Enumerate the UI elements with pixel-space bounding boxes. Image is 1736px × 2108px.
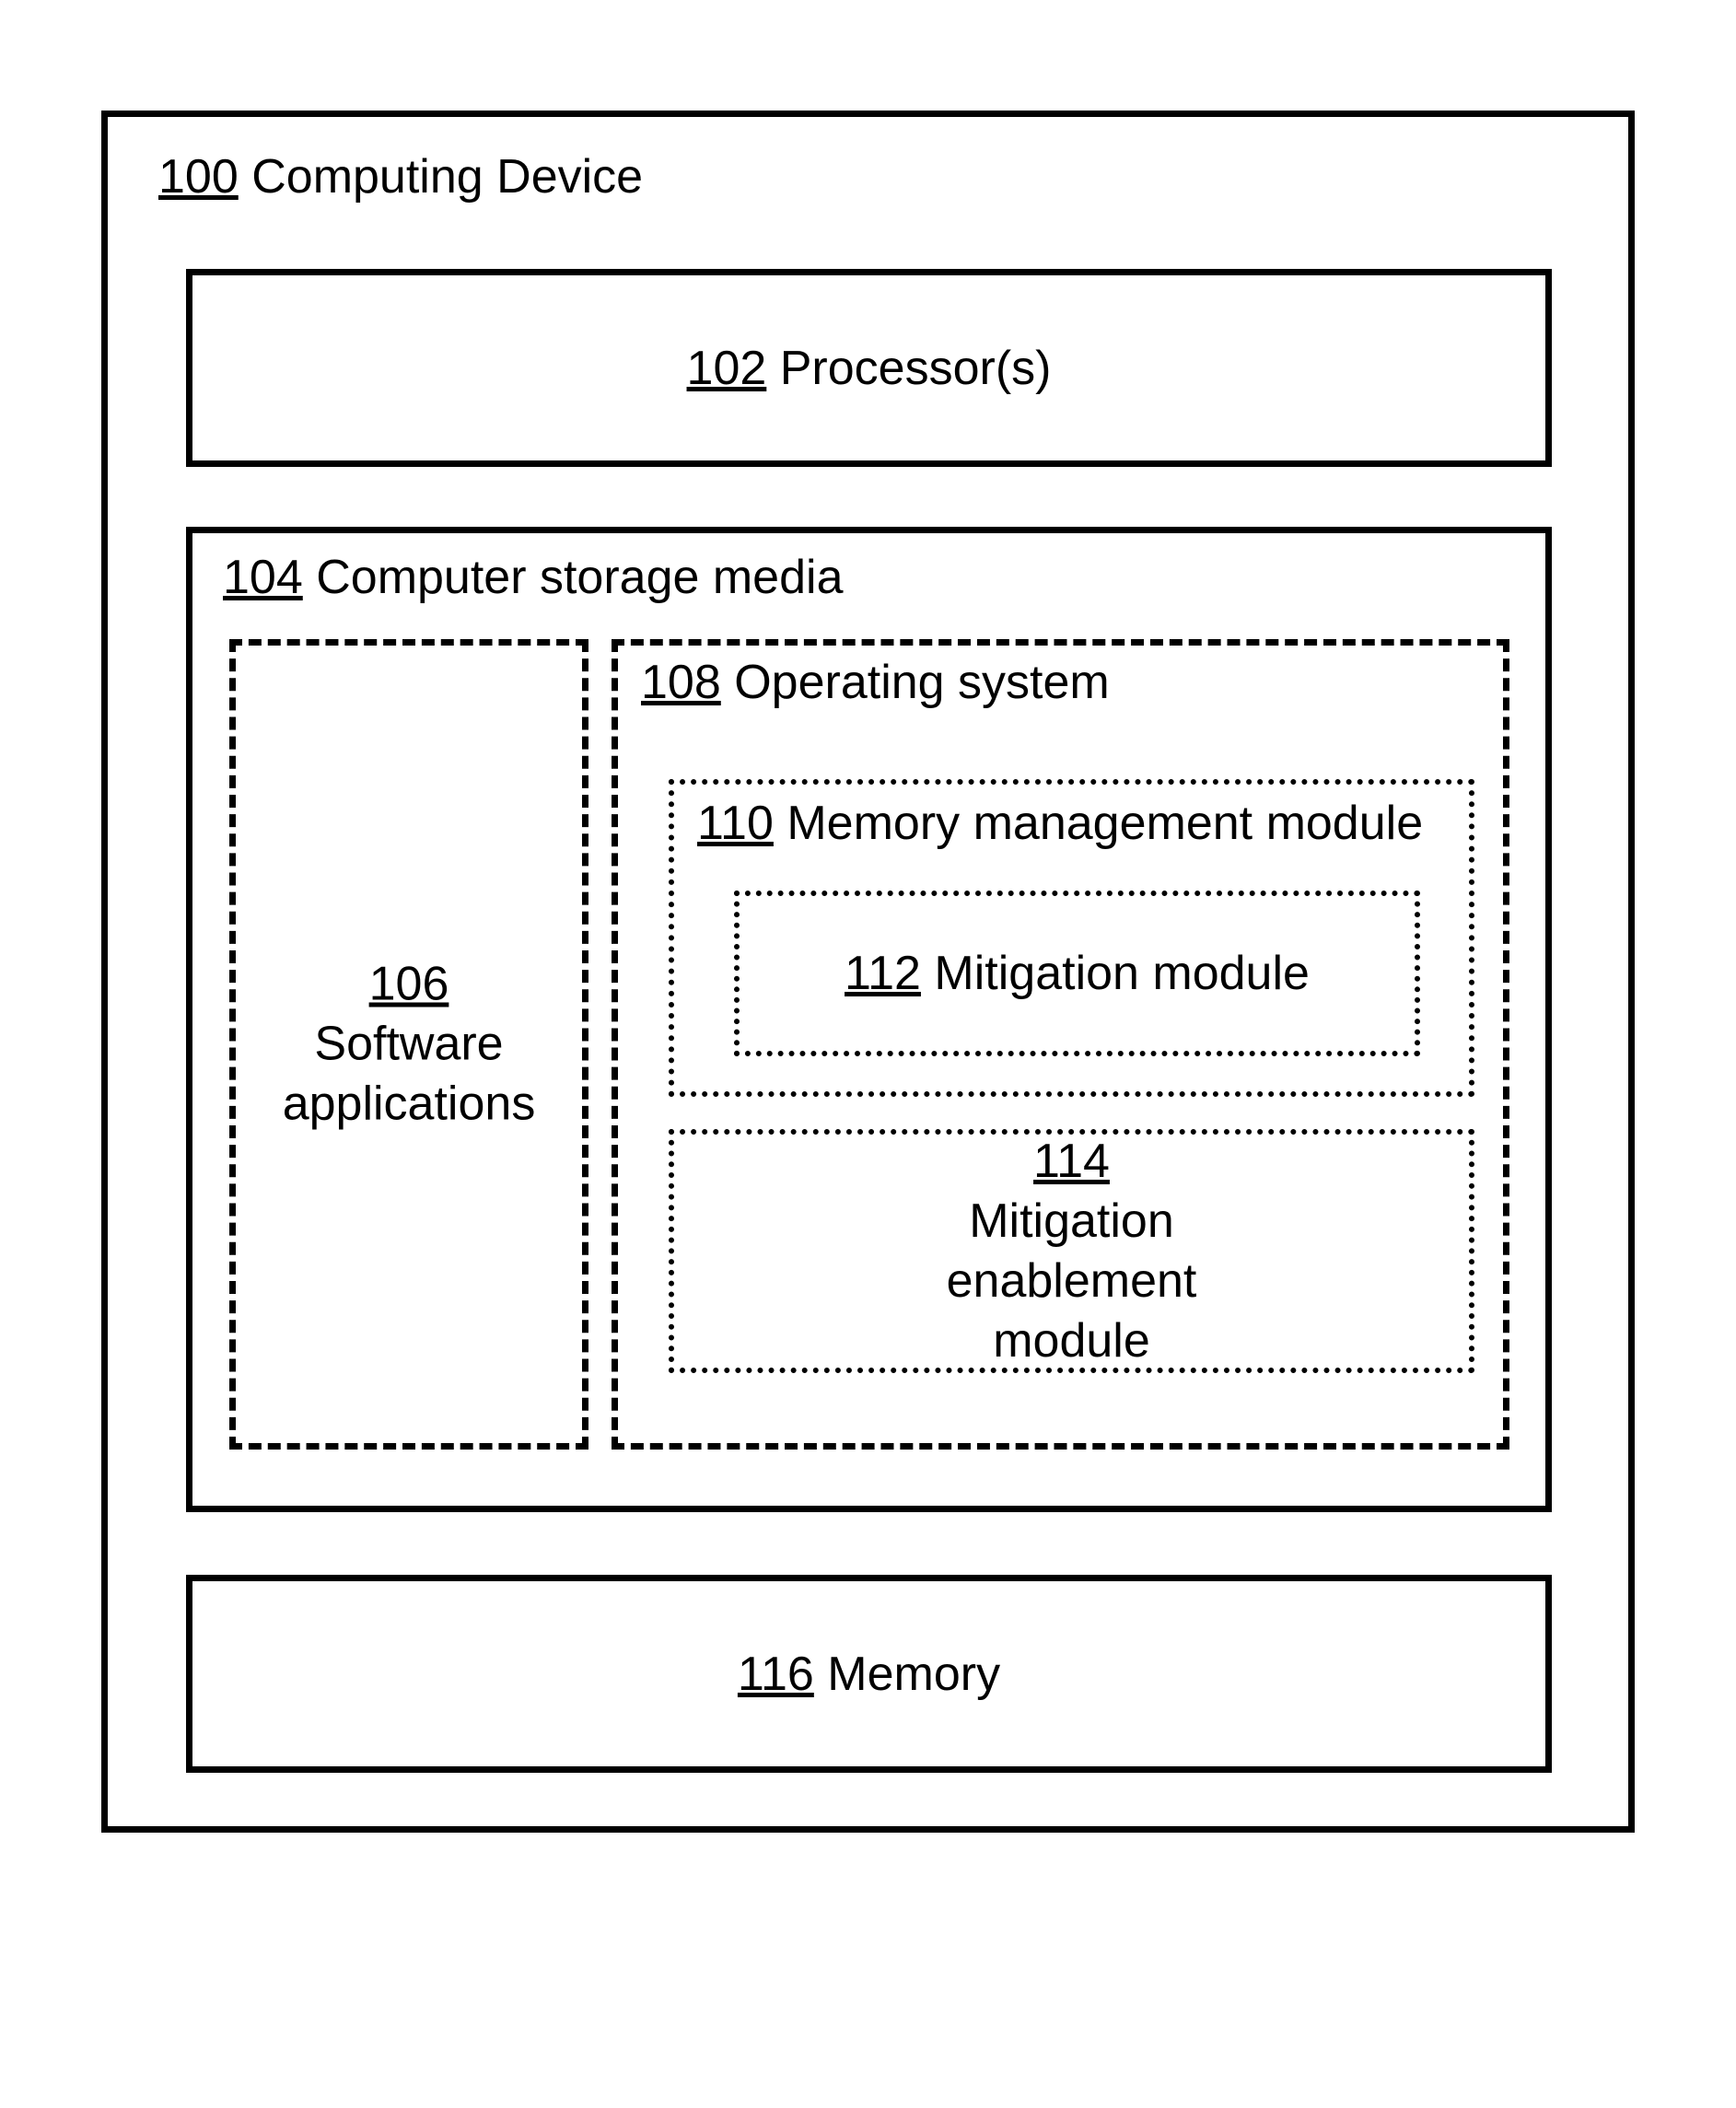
memory-box: 116 Memory: [186, 1575, 1552, 1773]
diagram-page: 100 Computing Device 102 Processor(s) 10…: [101, 111, 1635, 1997]
operating-system-label: 108 Operating system: [641, 655, 1110, 710]
memory-management-module-label: 110 Memory management module: [697, 796, 1423, 851]
block-name: Mitigation module: [934, 947, 1310, 1000]
block-name: Computing Device: [251, 150, 643, 204]
operating-system-box: 108 Operating system 110 Memory manageme…: [612, 639, 1509, 1450]
mitigation-module-label: 112 Mitigation module: [845, 946, 1310, 1001]
software-applications-label: 106 Software applications: [283, 955, 536, 1135]
block-name: Memory: [827, 1648, 1000, 1701]
block-name: Operating system: [734, 656, 1110, 709]
ref-number: 104: [223, 551, 303, 604]
processor-label: 102 Processor(s): [687, 341, 1052, 396]
processor-box: 102 Processor(s): [186, 269, 1552, 467]
block-name: Memory management module: [786, 797, 1423, 850]
ref-number: 112: [845, 947, 921, 1000]
ref-number: 100: [158, 150, 239, 204]
block-name: Mitigation enablement module: [947, 1194, 1197, 1368]
memory-label: 116 Memory: [738, 1647, 1000, 1702]
ref-number: 108: [641, 656, 721, 709]
software-applications-box: 106 Software applications: [229, 639, 588, 1450]
ref-number: 102: [687, 342, 767, 395]
ref-number: 116: [738, 1648, 814, 1701]
computing-device-label: 100 Computing Device: [158, 149, 643, 204]
computing-device-box: 100 Computing Device 102 Processor(s) 10…: [101, 111, 1635, 1833]
storage-label: 104 Computer storage media: [223, 550, 844, 605]
ref-number: 106: [369, 958, 449, 1011]
ref-number: 114: [1033, 1135, 1110, 1188]
mitigation-enablement-module-box: 114 Mitigation enablement module: [669, 1129, 1474, 1373]
memory-management-module-box: 110 Memory management module 112 Mitigat…: [669, 779, 1474, 1097]
mitigation-module-box: 112 Mitigation module: [734, 891, 1420, 1056]
mitigation-enablement-module-label: 114 Mitigation enablement module: [873, 1132, 1271, 1371]
block-name: Processor(s): [780, 342, 1052, 395]
block-name: Software applications: [283, 1018, 536, 1131]
block-name: Computer storage media: [316, 551, 843, 604]
ref-number: 110: [697, 797, 774, 850]
storage-media-box: 104 Computer storage media 106 Software …: [186, 527, 1552, 1512]
